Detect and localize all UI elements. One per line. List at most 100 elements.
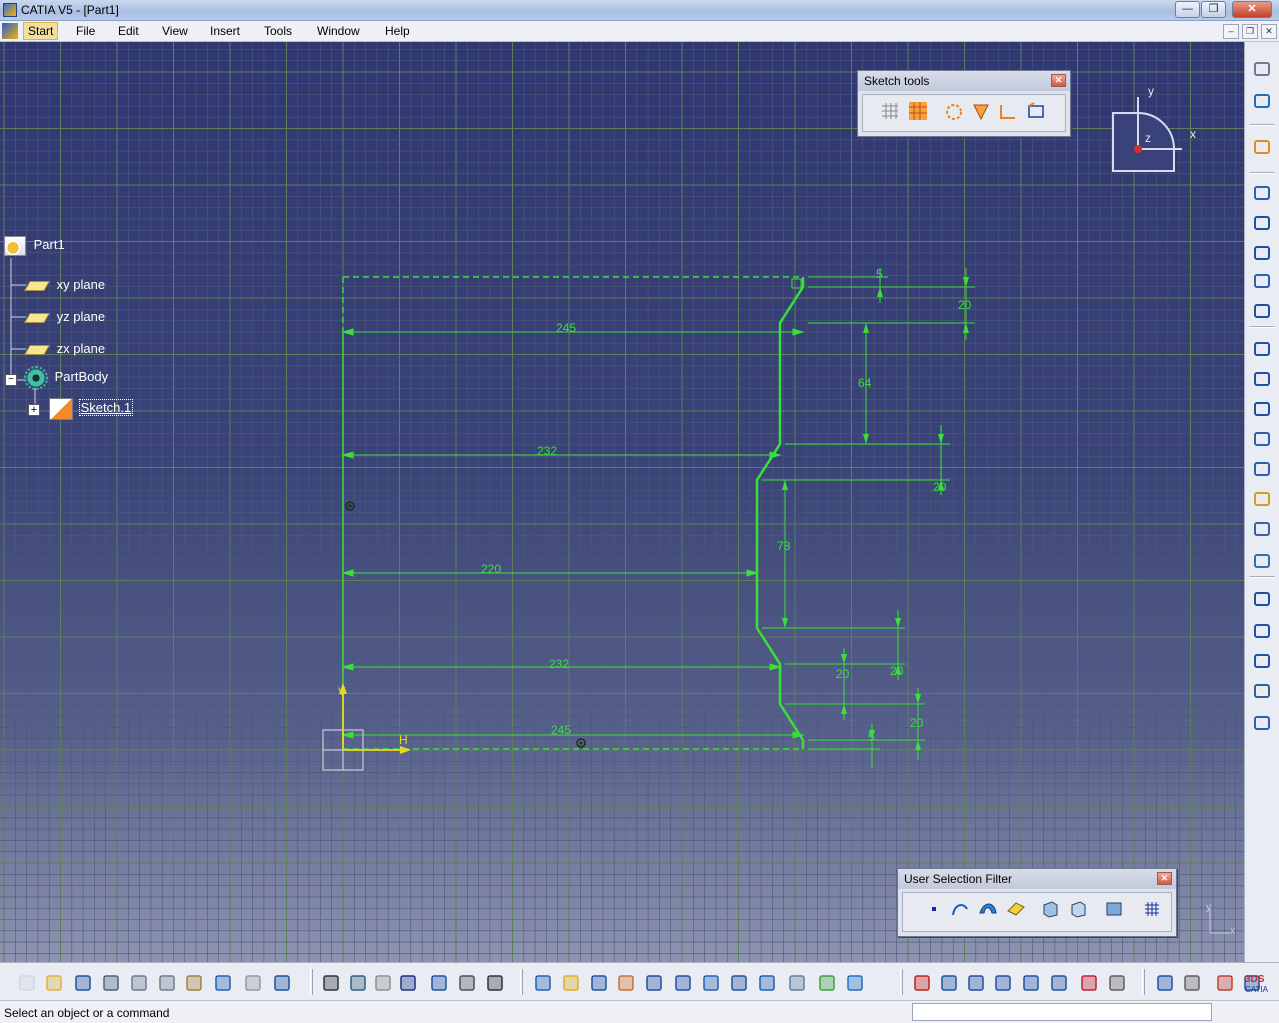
lock-icon[interactable] [456,972,478,994]
sketch-analysis-icon[interactable] [1251,680,1273,702]
dimension-232-upper[interactable]: 232 [537,444,557,458]
cut-part-by-plane-icon[interactable] [1251,712,1273,734]
collapse-icon[interactable]: − [5,374,17,386]
whats-this-icon[interactable] [271,972,293,994]
menu-edit[interactable]: Edit [118,24,139,38]
work-on-support-filter-icon[interactable] [1141,898,1163,920]
close-button[interactable]: ✕ [1232,1,1272,18]
rectangle-icon[interactable] [1251,212,1273,234]
feature-filter-icon[interactable] [1039,898,1061,920]
zoom-in-icon[interactable] [643,972,665,994]
construction-element-icon[interactable] [943,100,965,122]
exit-workbench-icon[interactable] [1251,90,1273,112]
dimension-20-top[interactable]: 20 [958,298,972,312]
3d-viewer-canvas[interactable]: 245 232 220 232 245 5 20 64 20 78 20 20 … [0,42,1244,962]
surface-filter-icon[interactable] [977,898,999,920]
pad-icon[interactable] [938,972,960,994]
rotate-icon[interactable] [615,972,637,994]
tree-node-part1[interactable]: Part1 [4,236,65,256]
knowledge-advisor-icon[interactable] [347,972,369,994]
rib-icon[interactable] [1078,972,1100,994]
paste-icon[interactable] [183,972,205,994]
circle-icon[interactable] [1251,242,1273,264]
snap-to-point-icon[interactable] [907,100,929,122]
save-icon[interactable] [72,972,94,994]
selection-filter-title[interactable]: User Selection Filter ✕ [898,869,1176,889]
sketch-origin[interactable]: H V [322,683,411,771]
sketch-profile[interactable] [755,277,805,749]
constraint-icon[interactable] [1251,588,1273,610]
tree-expand-icon[interactable] [428,972,450,994]
formula-icon[interactable] [320,972,342,994]
stiffener-icon[interactable] [1154,972,1176,994]
mdi-restore-button[interactable]: ❐ [1242,24,1258,39]
toolbar-grip[interactable] [310,969,313,995]
curve-filter-icon[interactable] [949,898,971,920]
multi-view-icon[interactable] [728,972,750,994]
dimension-232-lower[interactable]: 232 [549,657,569,671]
slot-icon[interactable] [1106,972,1128,994]
mirror-icon[interactable] [1251,518,1273,540]
dimension-20-lower-mid[interactable]: 20 [836,667,850,681]
menu-start[interactable]: Start [23,22,59,40]
toolbar-grip[interactable] [1142,969,1145,995]
shaft-icon[interactable] [992,972,1014,994]
undo-icon[interactable] [212,972,234,994]
dimension-245-bottom[interactable]: 245 [551,723,571,737]
pocket-icon[interactable] [965,972,987,994]
sketch-tools-panel[interactable]: Sketch tools ✕ [857,70,1071,137]
fly-mode-icon[interactable] [532,972,554,994]
dimension-20-lower-right[interactable]: 20 [890,664,904,678]
catalog-icon[interactable] [397,972,419,994]
restore-button[interactable]: ❐ [1201,1,1226,18]
tool-filter-icon[interactable] [1103,898,1125,920]
menu-file[interactable]: File [76,24,95,38]
groove-icon[interactable] [1020,972,1042,994]
hole-icon[interactable] [1048,972,1070,994]
pan-icon[interactable] [588,972,610,994]
multi-section-icon[interactable] [1181,972,1203,994]
menu-tools[interactable]: Tools [264,24,292,38]
dimension-220[interactable]: 220 [481,562,501,576]
volume-filter-icon[interactable] [1005,898,1027,920]
copy-icon[interactable] [156,972,178,994]
project-3d-elements-icon[interactable] [1251,550,1273,572]
constraint-dialog-icon[interactable] [1251,620,1273,642]
tree-node-xy-plane[interactable]: xy plane [24,277,105,292]
zoom-out-icon[interactable] [672,972,694,994]
menu-window[interactable]: Window [317,24,360,38]
trim-icon[interactable] [1251,488,1273,510]
user-selection-filter-panel[interactable]: User Selection Filter ✕ [897,868,1177,937]
tree-node-partbody[interactable]: PartBody [24,366,108,390]
dimension-20-upper-right[interactable]: 20 [933,480,947,494]
sketch-geometry[interactable]: 245 232 220 232 245 5 20 64 20 78 20 20 … [0,42,1244,962]
dimension-20-bottom-right[interactable]: 20 [910,716,924,730]
mdi-minimize-button[interactable]: – [1223,24,1239,39]
print-icon[interactable] [100,972,122,994]
point-icon[interactable] [1251,398,1273,420]
corner-icon[interactable] [1251,428,1273,450]
measure-icon[interactable] [484,972,506,994]
dimension-78[interactable]: 78 [777,539,791,553]
selection-filter-close-button[interactable]: ✕ [1157,872,1172,885]
ellipse-icon[interactable] [1251,300,1273,322]
menu-help[interactable]: Help [385,24,410,38]
geometrical-element-filter-icon[interactable] [1067,898,1089,920]
power-input-field[interactable] [912,1003,1212,1021]
open-icon[interactable] [43,972,65,994]
profile-icon[interactable] [1251,182,1273,204]
catia-app-icon[interactable] [3,3,17,17]
spline-icon[interactable] [1251,270,1273,292]
new-icon[interactable] [16,972,38,994]
geometrical-constraints-icon[interactable] [970,100,992,122]
dimension-245-top[interactable]: 245 [556,321,576,335]
toolbar-grip[interactable] [520,969,523,995]
point-filter-icon[interactable] [923,898,945,920]
dimension-5-bottom[interactable]: 5 [868,730,875,744]
measure-between-icon[interactable] [1214,972,1236,994]
macro-icon[interactable] [372,972,394,994]
menu-insert[interactable]: Insert [210,24,240,38]
mdi-close-button[interactable]: ✕ [1261,24,1277,39]
line-icon[interactable] [1251,338,1273,360]
sketch-tools-title[interactable]: Sketch tools ✕ [858,71,1070,91]
